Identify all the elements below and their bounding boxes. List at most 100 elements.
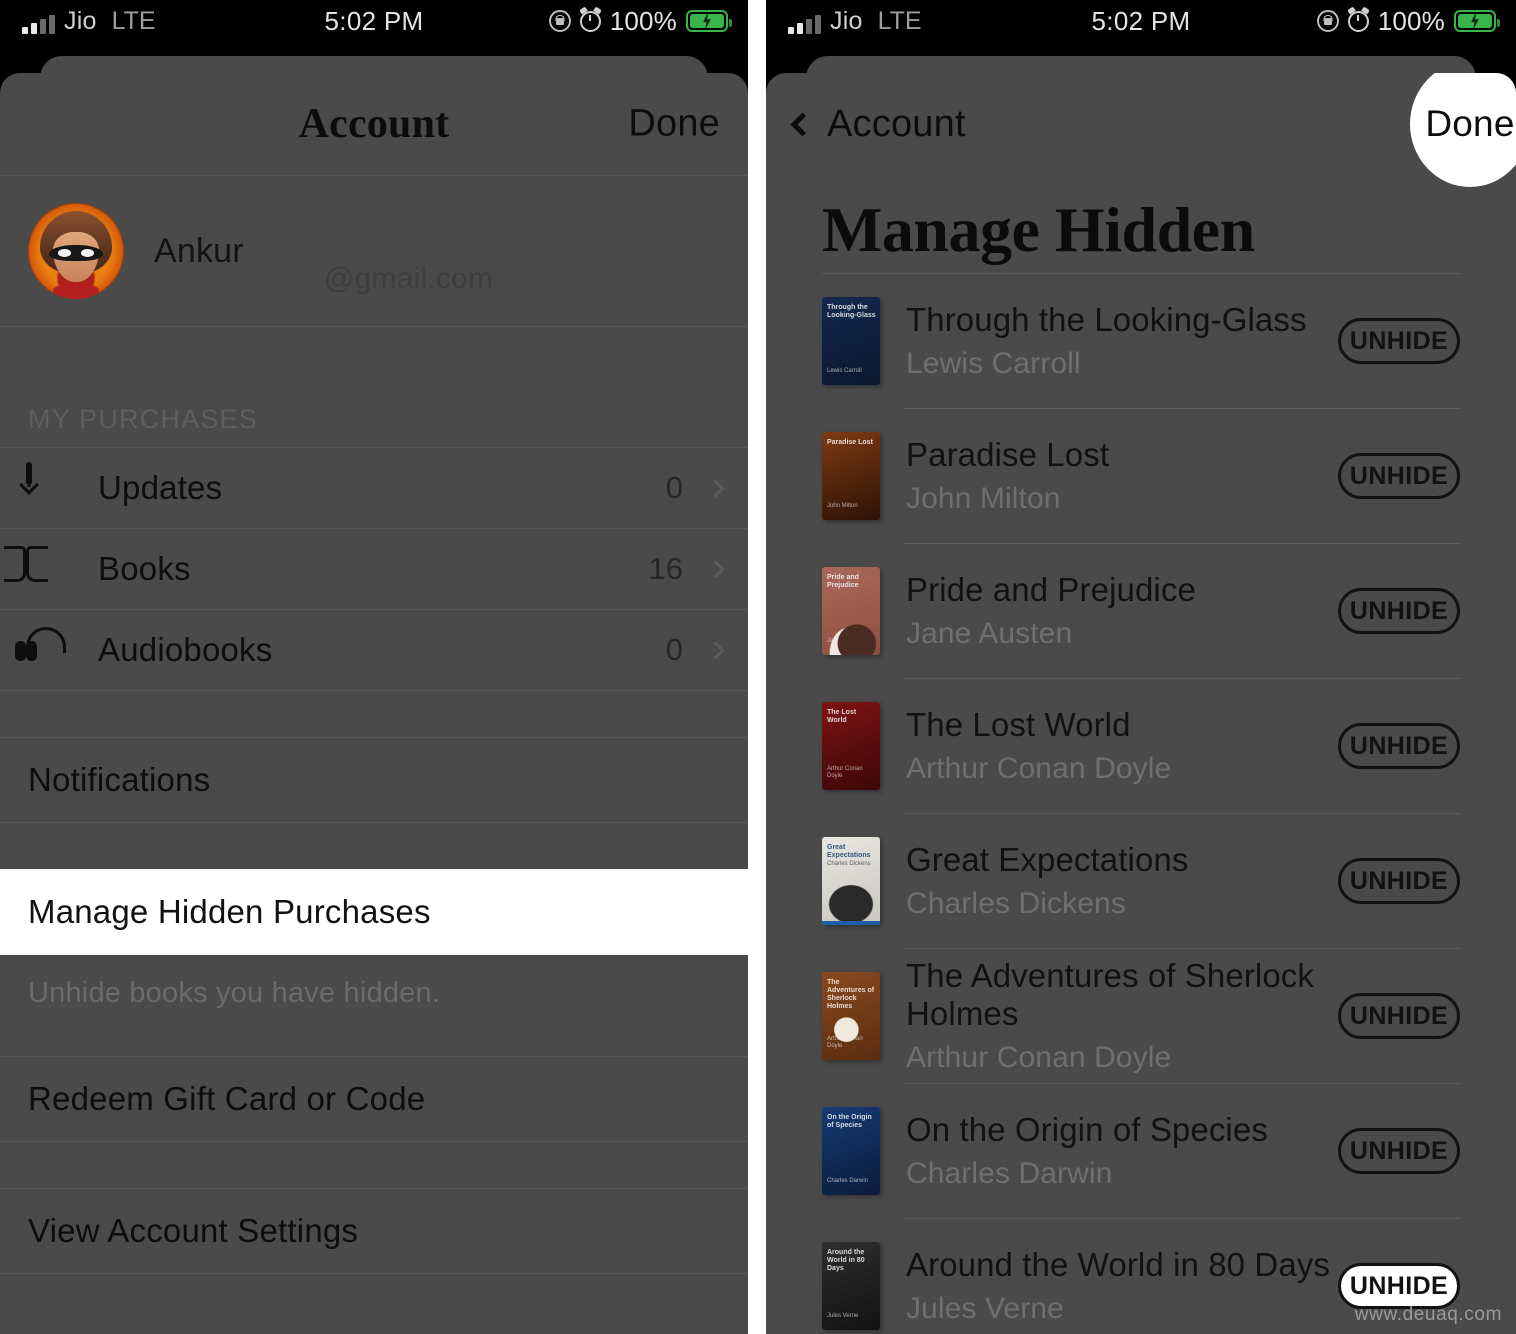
- page-title-manage-hidden: Manage Hidden: [822, 194, 1255, 265]
- battery-charging-icon: [686, 10, 732, 32]
- book-text-block: Around the World in 80 Days Jules Verne: [906, 1246, 1330, 1326]
- unhide-button[interactable]: UNHIDE: [1338, 588, 1460, 634]
- open-book-icon: [26, 546, 72, 592]
- book-cover-image: Through the Looking-Glass Lewis Carroll: [822, 297, 880, 385]
- book-text-block: Through the Looking-Glass Lewis Carroll: [906, 301, 1307, 381]
- book-cover-image: Pride and PrejudiceJane Austen: [822, 567, 880, 655]
- book-title: The Adventures of Sherlock Holmes: [906, 957, 1314, 1032]
- status-bar-clock: 5:02 PM: [1091, 5, 1191, 36]
- cover-title: On the Origin of Species: [827, 1114, 872, 1129]
- row-notifications[interactable]: Notifications: [0, 738, 748, 822]
- table-row: Great Expectations Charles Dickens Great E…: [766, 814, 1516, 948]
- cover-title: Through the Looking-Glass: [827, 304, 876, 319]
- status-bar-right: Jio LTE 5:02 PM 100%: [766, 0, 1516, 42]
- row-label: Redeem Gift Card or Code: [28, 1080, 426, 1117]
- cover-artwork: [822, 474, 880, 520]
- book-text-block: Paradise Lost John Milton: [906, 436, 1109, 516]
- cover-artwork: [822, 609, 880, 655]
- headphones-icon: [15, 627, 72, 673]
- rotation-lock-icon: [548, 10, 571, 32]
- book-cover-image: Great Expectations Charles Dickens: [822, 837, 880, 925]
- book-author: John Milton: [906, 482, 1061, 515]
- book-cover-image: Around the World in 80 Days Jules Verne: [822, 1242, 880, 1330]
- profile-row[interactable]: Ankur @gmail.com: [0, 176, 748, 326]
- row-updates[interactable]: Updates 0: [0, 448, 748, 528]
- book-author: Arthur Conan Doyle: [906, 1041, 1172, 1074]
- screenshot-root: Jio LTE 5:02 PM 100% Account Done Ankur …: [0, 0, 1516, 1334]
- unhide-button[interactable]: UNHIDE: [1338, 858, 1460, 904]
- cover-artwork: [822, 879, 880, 925]
- book-author: Charles Dickens: [906, 887, 1126, 920]
- cover-artwork: [822, 339, 880, 385]
- table-row: On the Origin of Species Charles Darwin On…: [766, 1084, 1516, 1218]
- account-sheet: Account Done Ankur @gmail.com MY PURCHAS…: [0, 73, 748, 1334]
- back-button-account[interactable]: Account: [827, 103, 966, 146]
- cover-artwork: [822, 744, 880, 790]
- done-button-right[interactable]: Done: [1410, 73, 1516, 187]
- row-count: 16: [648, 551, 683, 586]
- unhide-button[interactable]: UNHIDE: [1338, 1128, 1460, 1174]
- row-audiobooks[interactable]: Audiobooks 0: [0, 610, 748, 690]
- avatar: [28, 203, 124, 299]
- chevron-left-icon[interactable]: [790, 111, 815, 137]
- alarm-clock-icon: [1346, 5, 1370, 32]
- manage-hidden-sheet: Account Done Manage Hidden Through the L…: [766, 73, 1516, 1334]
- download-box-icon: [26, 462, 72, 511]
- battery-charging-icon: [1454, 10, 1500, 32]
- cover-title: The Lost World: [827, 709, 857, 724]
- book-author: Lewis Carroll: [906, 347, 1081, 380]
- cover-title: The Adventures of Sherlock Holmes: [827, 979, 875, 1010]
- account-navbar: Account Done: [0, 73, 748, 175]
- row-label: Audiobooks: [98, 631, 273, 668]
- status-bar-left: Jio LTE 5:02 PM 100%: [0, 0, 748, 42]
- table-row: Through the Looking-Glass Lewis Carroll Th…: [766, 274, 1516, 408]
- book-author: Arthur Conan Doyle: [906, 752, 1172, 785]
- book-title: Pride and Prejudice: [906, 571, 1196, 608]
- cover-title: Great Expectations: [827, 844, 871, 859]
- unhide-button[interactable]: UNHIDE: [1338, 453, 1460, 499]
- book-title: Paradise Lost: [906, 436, 1110, 473]
- row-label: Books: [98, 550, 191, 587]
- divider: [0, 1273, 748, 1274]
- row-label: Manage Hidden Purchases: [28, 893, 431, 930]
- row-count: 0: [665, 632, 683, 667]
- book-cover-image: Paradise Lost John Milton: [822, 432, 880, 520]
- cover-title: Around the World in 80 Days: [827, 1249, 865, 1272]
- row-manage-hidden-purchases[interactable]: Manage Hidden Purchases: [0, 869, 748, 955]
- book-author: Jules Verne: [906, 1292, 1064, 1325]
- row-view-account-settings[interactable]: View Account Settings: [0, 1189, 748, 1273]
- alarm-clock-icon: [578, 5, 602, 32]
- unhide-button[interactable]: UNHIDE: [1338, 318, 1460, 364]
- book-author: Jane Austen: [906, 617, 1073, 650]
- site-watermark: www.deuaq.com: [1354, 1304, 1502, 1325]
- row-count: 0: [665, 470, 683, 505]
- chevron-right-icon: [706, 478, 725, 498]
- cover-artwork: [822, 1014, 880, 1060]
- unhide-button[interactable]: UNHIDE: [1338, 1263, 1460, 1309]
- chevron-right-icon: [706, 559, 725, 579]
- book-cover-image: The Adventures of Sherlock HolmesArthur …: [822, 972, 880, 1060]
- book-title: Great Expectations: [906, 841, 1189, 878]
- cover-artwork: [822, 1149, 880, 1195]
- book-title: Around the World in 80 Days: [906, 1246, 1330, 1283]
- table-row: The Adventures of Sherlock Holmes Arthur …: [766, 949, 1516, 1083]
- book-text-block: Great Expectations Charles Dickens: [906, 841, 1188, 921]
- cover-author: Charles Dickens: [827, 861, 871, 867]
- done-button-left[interactable]: Done: [628, 103, 720, 146]
- cover-artwork: [822, 1284, 880, 1330]
- book-cover-image: The Lost World Arthur Conan Doyle: [822, 702, 880, 790]
- row-redeem-gift-card[interactable]: Redeem Gift Card or Code: [0, 1057, 748, 1141]
- profile-email: @gmail.com: [324, 262, 494, 295]
- chevron-right-icon: [706, 640, 725, 660]
- left-phone-screen: Jio LTE 5:02 PM 100% Account Done Ankur …: [0, 0, 748, 1334]
- book-text-block: Pride and Prejudice Jane Austen: [906, 571, 1196, 651]
- cover-title: Paradise Lost: [827, 439, 873, 446]
- unhide-button[interactable]: UNHIDE: [1338, 993, 1460, 1039]
- row-books[interactable]: Books 16: [0, 529, 748, 609]
- page-title: Account: [298, 101, 450, 147]
- unhide-button[interactable]: UNHIDE: [1338, 723, 1460, 769]
- hidden-books-list: Through the Looking-Glass Lewis Carroll Th…: [766, 274, 1516, 1334]
- cover-title: Pride and Prejudice: [827, 574, 859, 589]
